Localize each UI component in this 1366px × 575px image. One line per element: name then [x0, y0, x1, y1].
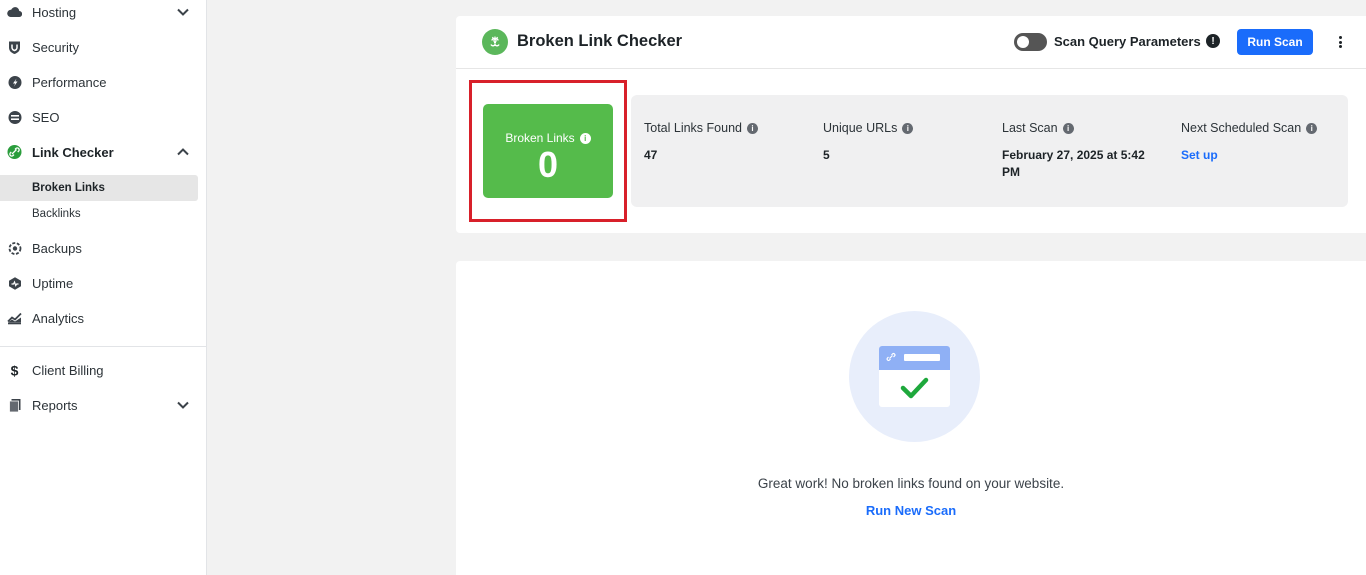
- sidebar-item-analytics[interactable]: Analytics: [0, 305, 206, 331]
- sidebar-item-label: Uptime: [32, 275, 74, 291]
- scan-stats-panel: Total Links Found i 47 Unique URLs i 5 Las…: [631, 95, 1348, 207]
- uptime-icon: [7, 276, 22, 291]
- run-new-scan-row: Run New Scan: [456, 503, 1366, 518]
- broken-links-tile-header: Broken Links i: [483, 131, 613, 145]
- sidebar-item-link-checker[interactable]: Link Checker: [0, 139, 206, 165]
- sidebar-item-hosting[interactable]: Hosting: [0, 0, 206, 25]
- sidebar-item-label: Analytics: [32, 310, 85, 326]
- sidebar-item-backups[interactable]: Backups: [0, 235, 206, 261]
- info-icon[interactable]: i: [1062, 122, 1074, 134]
- sidebar-item-uptime[interactable]: Uptime: [0, 270, 206, 296]
- stat-next-scheduled-scan: Next Scheduled Scan i Set up: [1181, 121, 1331, 164]
- stat-header: Unique URLs i: [823, 121, 973, 135]
- broken-links-count: 0: [537, 144, 559, 185]
- stat-value: 47: [644, 148, 658, 162]
- stat-label: Unique URLs: [823, 121, 898, 135]
- chevron-down-icon[interactable]: [176, 398, 190, 412]
- sidebar-item-label: Link Checker: [32, 144, 114, 160]
- sidebar-item-seo[interactable]: SEO: [0, 104, 206, 130]
- chevron-down-icon[interactable]: [176, 5, 190, 19]
- broken-link-checker-card: Broken Link Checker Scan Query Parameter…: [456, 16, 1366, 233]
- stat-label: Last Scan: [1002, 121, 1058, 135]
- info-icon[interactable]: i: [746, 122, 758, 134]
- sidebar-item-label: Hosting: [32, 4, 77, 20]
- stat-header: Next Scheduled Scan i: [1181, 121, 1331, 135]
- stat-label: Next Scheduled Scan: [1181, 121, 1302, 135]
- link-checker-icon: [7, 145, 22, 160]
- stat-label: Total Links Found: [644, 121, 742, 135]
- sidebar-item-label: Backups: [32, 240, 82, 256]
- sidebar-subitem-backlinks[interactable]: Backlinks: [0, 201, 198, 227]
- more-options-icon[interactable]: [1336, 34, 1344, 50]
- set-up-link[interactable]: Set up: [1181, 147, 1331, 164]
- sidebar-item-security[interactable]: Security: [0, 34, 206, 60]
- sidebar-item-label: Security: [32, 39, 79, 55]
- gauge-icon: [7, 75, 22, 90]
- browser-check-icon: [879, 346, 950, 407]
- stat-header: Last Scan i: [1002, 121, 1152, 135]
- info-icon[interactable]: i: [579, 132, 591, 144]
- page-title: Broken Link Checker: [517, 32, 683, 50]
- exclamation-icon[interactable]: !: [1206, 34, 1220, 48]
- sidebar-item-label: Performance: [32, 74, 107, 90]
- sidebar-item-performance[interactable]: Performance: [0, 69, 206, 95]
- stat-value: February 27, 2025 at 5:42 PM: [1002, 148, 1145, 179]
- analytics-icon: [7, 311, 22, 326]
- info-icon[interactable]: i: [902, 122, 914, 134]
- stat-header: Total Links Found i: [644, 121, 794, 135]
- no-broken-links-illustration: [849, 311, 980, 442]
- stat-unique-urls: Unique URLs i 5: [823, 121, 973, 164]
- broken-link-checker-logo-icon: [482, 29, 508, 55]
- card-header: Broken Link Checker Scan Query Parameter…: [456, 16, 1366, 69]
- sidebar-item-client-billing[interactable]: $ Client Billing: [0, 357, 206, 383]
- seo-icon: [7, 110, 22, 125]
- sidebar-divider: [0, 346, 206, 347]
- backups-icon: [7, 241, 22, 256]
- info-icon[interactable]: i: [1306, 122, 1318, 134]
- sidebar-item-label: SEO: [32, 109, 60, 125]
- run-new-scan-link[interactable]: Run New Scan: [866, 503, 956, 518]
- stat-last-scan: Last Scan i February 27, 2025 at 5:42 PM: [1002, 121, 1152, 181]
- run-scan-button[interactable]: Run Scan: [1237, 29, 1313, 55]
- results-card: Great work! No broken links found on you…: [456, 261, 1366, 575]
- sidebar-subitem-label: Broken Links: [32, 182, 105, 194]
- scan-query-parameters-label: Scan Query Parameters: [1054, 34, 1201, 49]
- sidebar-subitem-broken-links[interactable]: Broken Links: [0, 175, 198, 201]
- chevron-up-icon[interactable]: [176, 145, 190, 159]
- sidebar: Hosting Security Performance SEO Link Ch…: [0, 0, 207, 575]
- sidebar-item-label: Client Billing: [32, 362, 104, 378]
- sidebar-item-label: Reports: [32, 397, 78, 413]
- sidebar-subitem-label: Backlinks: [32, 208, 81, 220]
- stat-value: 5: [823, 148, 830, 162]
- dollar-icon: $: [10, 362, 19, 378]
- scan-query-parameters-toggle[interactable]: [1014, 33, 1047, 51]
- cloud-icon: [7, 5, 22, 20]
- sidebar-item-reports[interactable]: Reports: [0, 392, 206, 418]
- stat-total-links: Total Links Found i 47: [644, 121, 794, 164]
- broken-links-tile: Broken Links i 0: [483, 104, 613, 198]
- shield-icon: [7, 40, 22, 55]
- empty-state-message: Great work! No broken links found on you…: [757, 476, 1065, 491]
- reports-icon: [7, 398, 22, 413]
- broken-links-label: Broken Links: [505, 131, 575, 145]
